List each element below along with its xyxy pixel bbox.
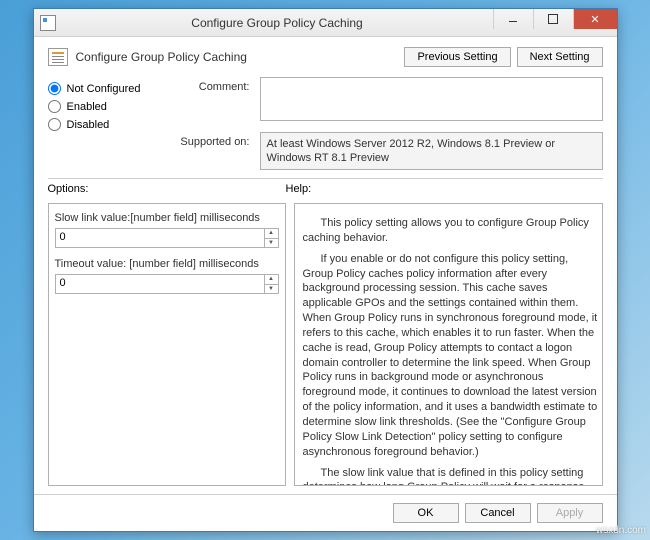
- radio-not-configured-input[interactable]: [48, 82, 61, 95]
- comment-label: Comment:: [168, 77, 260, 124]
- help-paragraph-2: If you enable or do not configure this p…: [303, 252, 598, 460]
- supported-on-label: Supported on:: [168, 132, 260, 170]
- help-pane[interactable]: This policy setting allows you to config…: [294, 203, 603, 486]
- cancel-button[interactable]: Cancel: [465, 503, 531, 523]
- help-paragraph-3: The slow link value that is defined in t…: [303, 466, 598, 487]
- window-title: Configure Group Policy Caching: [62, 16, 493, 30]
- supported-on-field: At least Windows Server 2012 R2, Windows…: [260, 132, 603, 170]
- titlebar[interactable]: Configure Group Policy Caching: [34, 9, 617, 37]
- slow-link-value[interactable]: 0: [56, 229, 264, 247]
- slow-link-up-icon[interactable]: ▲: [265, 229, 278, 239]
- timeout-label: Timeout value: [number field] millisecon…: [55, 258, 279, 270]
- footer: OK Cancel Apply: [34, 494, 617, 531]
- slow-link-down-icon[interactable]: ▼: [265, 239, 278, 248]
- previous-setting-button[interactable]: Previous Setting: [404, 47, 510, 67]
- radio-disabled-label: Disabled: [67, 119, 110, 131]
- app-icon: [40, 15, 56, 31]
- radio-not-configured[interactable]: Not Configured: [48, 82, 168, 95]
- options-pane: Slow link value:[number field] milliseco…: [48, 203, 286, 486]
- radio-enabled-label: Enabled: [67, 101, 107, 113]
- options-section-label: Options:: [48, 183, 286, 195]
- slow-link-spinner[interactable]: 0 ▲ ▼: [55, 228, 279, 248]
- radio-not-configured-label: Not Configured: [67, 83, 141, 95]
- minimize-button[interactable]: [493, 9, 533, 29]
- radio-enabled[interactable]: Enabled: [48, 100, 168, 113]
- close-button[interactable]: [573, 9, 617, 29]
- radio-enabled-input[interactable]: [48, 100, 61, 113]
- help-section-label: Help:: [286, 183, 312, 195]
- ok-button[interactable]: OK: [393, 503, 459, 523]
- slow-link-label: Slow link value:[number field] milliseco…: [55, 212, 279, 224]
- help-paragraph-1: This policy setting allows you to config…: [303, 216, 598, 246]
- timeout-spinner[interactable]: 0 ▲ ▼: [55, 274, 279, 294]
- policy-icon: [48, 48, 68, 66]
- page-title: Configure Group Policy Caching: [76, 50, 405, 64]
- timeout-value[interactable]: 0: [56, 275, 264, 293]
- radio-disabled[interactable]: Disabled: [48, 118, 168, 131]
- state-radio-group: Not Configured Enabled Disabled: [48, 77, 168, 170]
- timeout-up-icon[interactable]: ▲: [265, 275, 278, 285]
- header-row: Configure Group Policy Caching Previous …: [34, 37, 617, 73]
- comment-field[interactable]: [260, 77, 603, 121]
- apply-button[interactable]: Apply: [537, 503, 603, 523]
- next-setting-button[interactable]: Next Setting: [517, 47, 603, 67]
- maximize-button[interactable]: [533, 9, 573, 29]
- timeout-down-icon[interactable]: ▼: [265, 285, 278, 294]
- watermark-text: wsxdn.com: [596, 525, 646, 536]
- dialog-window: Configure Group Policy Caching Configure…: [33, 8, 618, 532]
- radio-disabled-input[interactable]: [48, 118, 61, 131]
